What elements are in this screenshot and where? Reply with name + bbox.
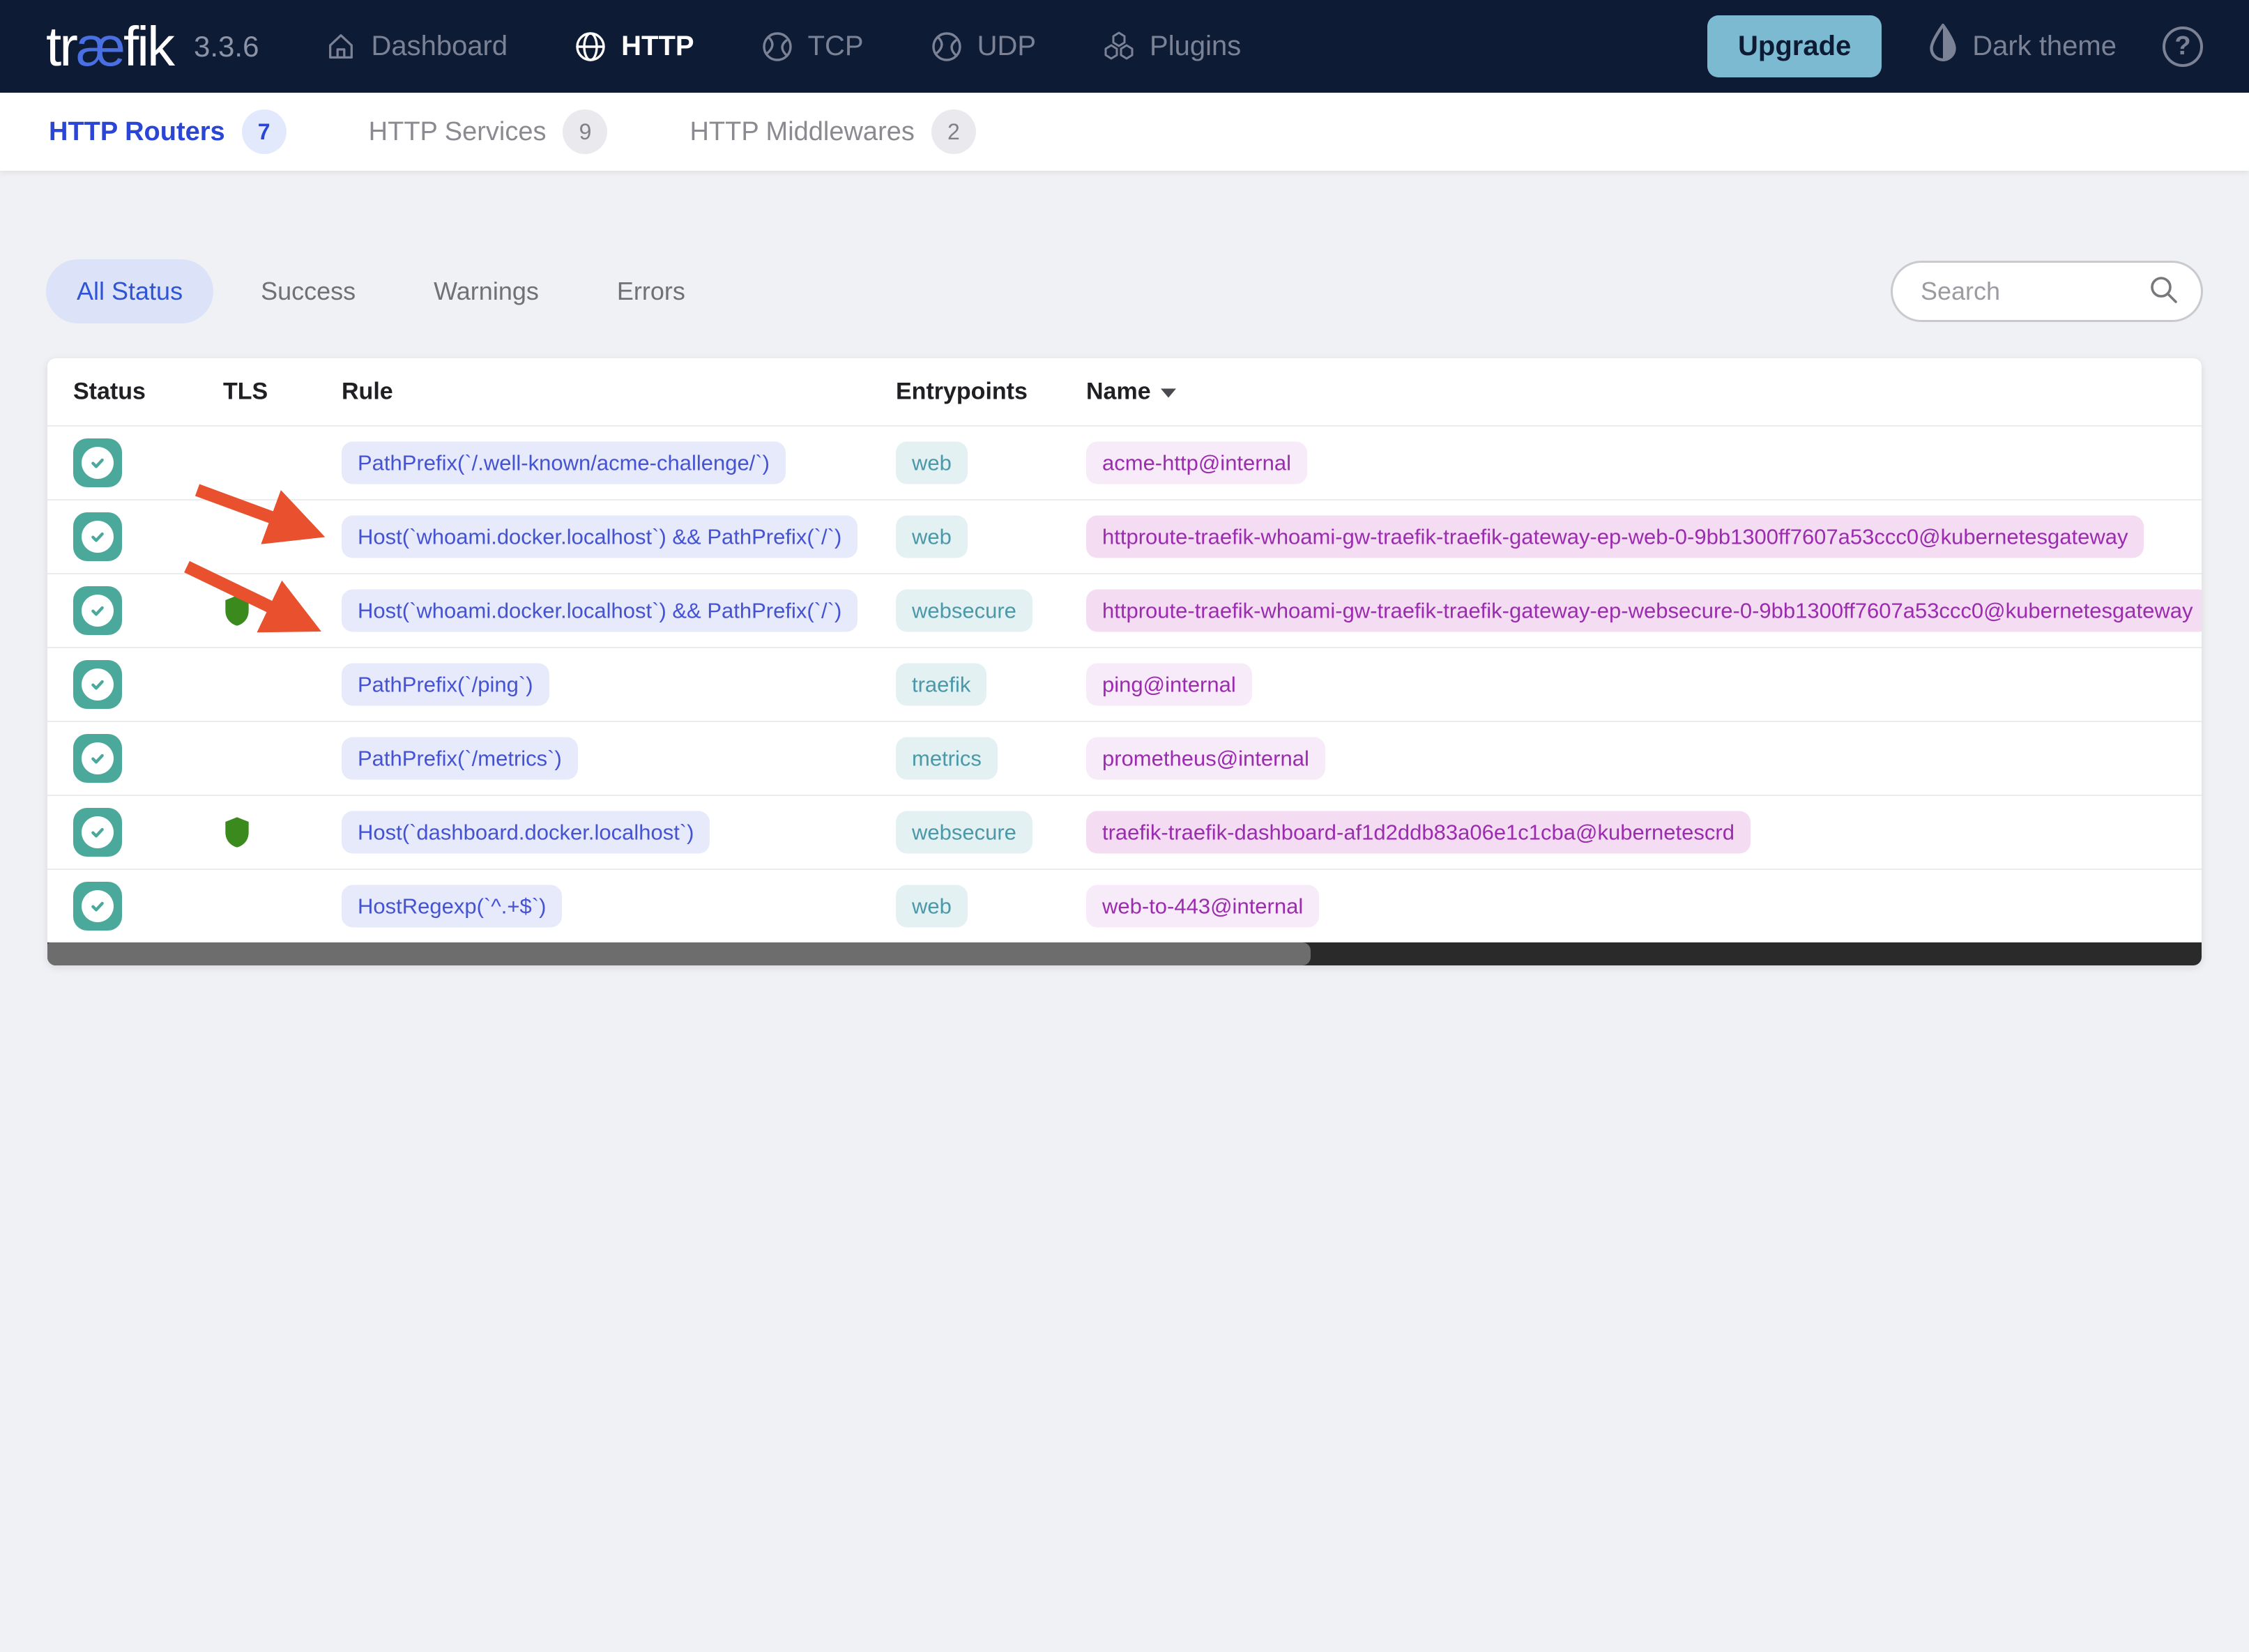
table-header: Status TLS Rule Entrypoints Name [47,358,2202,425]
sort-caret-icon [1160,388,1176,398]
rule-chip: Host(`whoami.docker.localhost`) && PathP… [342,515,858,558]
column-header-name[interactable]: Name [1086,378,1176,406]
logo-ae-ligature: æ [75,15,125,77]
rule-chip: HostRegexp(`^.+$`) [342,885,563,928]
table-row[interactable]: HostRegexp(`^.+$`) web web-to-443@intern… [47,869,2202,942]
check-icon [91,680,104,690]
theme-droplet-icon [1928,22,1958,70]
traefik-logo[interactable]: træfik [46,15,175,79]
navbar-right-group: Upgrade Dark theme ? [1707,15,2203,77]
filters-row: All Status Success Warnings Errors [0,259,2249,323]
horizontal-scrollbar-track[interactable] [47,942,2202,965]
check-icon [91,606,104,616]
nav-items: Dashboard HTTP TCP UDP Plugins [325,30,1307,63]
router-name-chip: httproute-traefik-whoami-gw-traefik-trae… [1086,515,2144,558]
tab-http-routers[interactable]: HTTP Routers 7 [49,109,287,154]
check-icon [91,901,104,912]
nav-item-udp[interactable]: UDP [930,30,1036,63]
column-header-tls[interactable]: TLS [223,378,268,406]
status-success-badge [73,808,122,857]
table-row[interactable]: PathPrefix(`/ping`) traefik ping@interna… [47,647,2202,721]
rule-chip: PathPrefix(`/.well-known/acme-challenge/… [342,441,786,484]
tcp-ball-icon [761,30,794,63]
help-icon[interactable]: ? [2163,26,2203,67]
search-icon[interactable] [2148,274,2180,309]
nav-item-label: UDP [977,31,1037,61]
check-icon [91,458,104,468]
entrypoint-chip: web [896,515,968,558]
status-success-badge [73,586,122,635]
horizontal-scrollbar-thumb[interactable] [47,942,1311,965]
routers-table: Status TLS Rule Entrypoints Name PathPre… [47,358,2202,965]
rule-chip: Host(`whoami.docker.localhost`) && PathP… [342,589,858,632]
entrypoint-chip: websecure [896,589,1032,632]
dark-theme-toggle[interactable]: Dark theme [1928,22,2117,70]
filter-all-status[interactable]: All Status [46,259,214,323]
tab-count-badge: 2 [931,109,976,154]
nav-item-label: Dashboard [371,31,508,61]
tls-shield-icon [225,817,249,848]
search-input[interactable] [1921,277,2148,306]
table-row[interactable]: PathPrefix(`/metrics`) metrics prometheu… [47,721,2202,795]
udp-ball-icon [930,30,963,63]
check-icon [91,532,104,542]
nav-item-tcp[interactable]: TCP [761,30,864,63]
status-success-badge [73,734,122,783]
globe-icon [574,30,607,63]
check-icon [91,827,104,838]
entrypoint-chip: websecure [896,811,1032,854]
tab-http-services[interactable]: HTTP Services 9 [369,109,608,154]
search-box[interactable] [1891,261,2203,322]
status-success-badge [73,660,122,709]
status-success-badge [73,438,122,487]
router-name-chip: ping@internal [1086,663,1252,706]
filter-success[interactable]: Success [230,259,386,323]
tls-shield-icon [225,595,249,626]
entrypoint-chip: web [896,885,968,928]
entrypoint-chip: metrics [896,737,998,780]
nav-item-label: HTTP [621,31,694,61]
nav-item-label: TCP [807,31,864,61]
column-header-status[interactable]: Status [73,378,146,406]
section-tabbar: HTTP Routers 7 HTTP Services 9 HTTP Midd… [0,93,2249,171]
rule-chip: Host(`dashboard.docker.localhost`) [342,811,710,854]
tab-http-middlewares[interactable]: HTTP Middlewares 2 [689,109,976,154]
nav-item-plugins[interactable]: Plugins [1102,30,1241,63]
tab-count-badge: 9 [563,109,608,154]
nav-item-label: Plugins [1150,31,1242,61]
router-name-chip: prometheus@internal [1086,737,1325,780]
top-navbar: træfik 3.3.6 Dashboard HTTP TCP UDP Plug… [0,0,2249,93]
entrypoint-chip: web [896,441,968,484]
home-icon [325,31,357,63]
table-row[interactable]: Host(`whoami.docker.localhost`) && PathP… [47,573,2202,647]
upgrade-button[interactable]: Upgrade [1707,15,1882,77]
table-row[interactable]: Host(`dashboard.docker.localhost`) webse… [47,795,2202,869]
rule-chip: PathPrefix(`/ping`) [342,663,549,706]
entrypoint-chip: traefik [896,663,987,706]
rule-chip: PathPrefix(`/metrics`) [342,737,578,780]
nav-item-http[interactable]: HTTP [574,30,694,63]
tab-count-badge: 7 [241,109,287,154]
nav-item-dashboard[interactable]: Dashboard [325,31,508,63]
router-name-chip: httproute-traefik-whoami-gw-traefik-trae… [1086,589,2202,632]
table-row[interactable]: PathPrefix(`/.well-known/acme-challenge/… [47,425,2202,499]
status-success-badge [73,882,122,931]
router-name-chip: traefik-traefik-dashboard-af1d2ddb83a06e… [1086,811,1751,854]
router-name-chip: acme-http@internal [1086,441,1307,484]
router-name-chip: web-to-443@internal [1086,885,1320,928]
dark-theme-label: Dark theme [1972,31,2117,61]
filter-errors[interactable]: Errors [586,259,716,323]
tab-label: HTTP Services [368,116,547,146]
tab-label: HTTP Middlewares [689,116,915,146]
column-header-entrypoints[interactable]: Entrypoints [896,378,1028,406]
plugins-cubes-icon [1102,30,1136,63]
status-success-badge [73,512,122,561]
column-header-rule[interactable]: Rule [342,378,393,406]
table-row[interactable]: Host(`whoami.docker.localhost`) && PathP… [47,499,2202,573]
version-label: 3.3.6 [194,29,259,63]
filter-warnings[interactable]: Warnings [403,259,570,323]
check-icon [91,754,104,764]
tab-label: HTTP Routers [49,116,225,146]
